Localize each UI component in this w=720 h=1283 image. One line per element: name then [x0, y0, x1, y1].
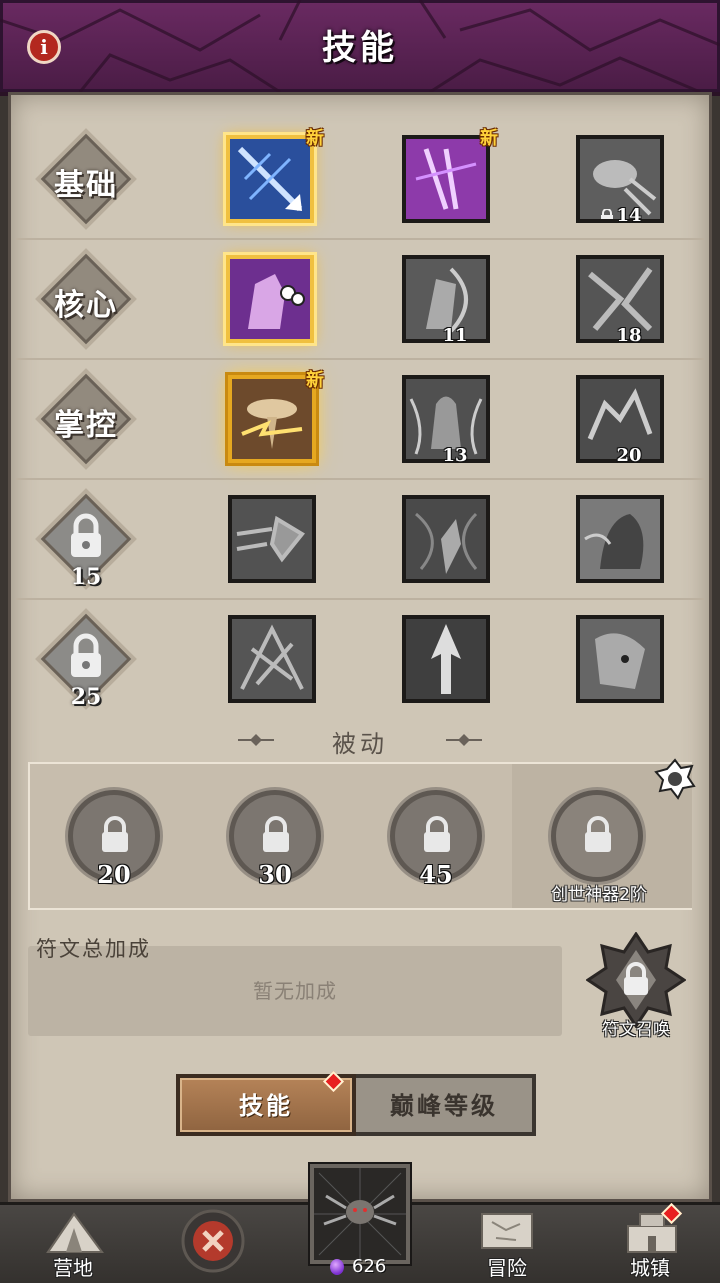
purple-ghost-skill-icon [230, 259, 310, 339]
map-scroll-icon [481, 1213, 533, 1249]
padlock-icon [263, 816, 289, 852]
rune-summon-icon[interactable] [586, 932, 686, 1028]
skill-slot[interactable] [576, 615, 664, 703]
artifact-label: 创世神器2阶 [551, 885, 647, 905]
currency-amount: 626 [352, 1256, 387, 1277]
rune-bonus-empty-text: 暂无加成 [253, 979, 337, 1003]
padlock-icon [424, 816, 450, 852]
whirlwind-skill-icon [406, 499, 486, 579]
padlock-icon [71, 633, 101, 677]
page-title: 技能 [322, 28, 398, 68]
header-bar: i 技能 [0, 0, 720, 96]
row-divider [16, 238, 704, 240]
passive-unlock-level: 45 [419, 860, 453, 889]
skill-slot[interactable] [402, 495, 490, 583]
dash-skill-icon [232, 499, 312, 579]
unlock-level: 18 [616, 325, 642, 346]
thorns-skill-icon [232, 619, 312, 699]
rune-summon-label: 符文召唤 [602, 1020, 670, 1040]
unlock-level: 14 [616, 205, 642, 226]
tent-icon [46, 1212, 104, 1253]
rune-bonus-title: 符文总加成 [36, 937, 151, 961]
nav-home-center[interactable] [310, 1164, 410, 1264]
new-badge: 新 [480, 128, 498, 149]
row-label-basic: 基础 [54, 168, 118, 203]
skill-slot[interactable] [402, 615, 490, 703]
new-badge: 新 [306, 128, 324, 149]
soul-gem-icon [330, 1259, 344, 1275]
artifact-passive-slot[interactable] [551, 790, 643, 882]
padlock-icon [585, 816, 611, 852]
passive-unlock-level: 30 [258, 860, 292, 889]
nav-adventure-label: 冒险 [487, 1256, 527, 1280]
new-badge: 新 [306, 370, 324, 391]
row-label-mastery: 掌控 [54, 408, 118, 443]
padlock-icon [71, 513, 101, 557]
skill-slot[interactable] [576, 495, 664, 583]
row-unlock-level: 25 [70, 684, 102, 710]
nav-camp-label: 营地 [53, 1256, 93, 1280]
skill-slot[interactable] [226, 255, 314, 343]
skill-slot[interactable] [402, 135, 490, 223]
arrow-up-skill-icon [406, 619, 486, 699]
unlock-level: 20 [616, 445, 642, 466]
lightning-mushroom-skill-icon [232, 379, 312, 459]
spider-icon [314, 1168, 406, 1260]
passive-title: 被动 [332, 730, 388, 758]
padlock-icon [102, 816, 128, 852]
skill-slot[interactable] [228, 615, 316, 703]
settings-gear-icon[interactable] [654, 758, 696, 800]
shadow-skill-icon [580, 499, 660, 579]
purple-arrows-skill-icon [406, 139, 486, 219]
passive-unlock-level: 20 [97, 860, 131, 889]
beast-skill-icon [580, 619, 660, 699]
skill-slot[interactable] [228, 495, 316, 583]
unlock-level: 11 [442, 325, 468, 346]
row-divider [16, 358, 704, 360]
row-unlock-level: 15 [70, 564, 102, 590]
crossed-swords-icon [181, 1209, 245, 1273]
row-label-core: 核心 [54, 288, 118, 323]
blue-arrow-skill-icon [230, 139, 310, 219]
skill-slot[interactable] [226, 135, 314, 223]
row-divider [16, 598, 704, 600]
nav-town-label: 城镇 [630, 1256, 670, 1280]
unlock-level: 13 [442, 445, 468, 466]
row-divider [16, 478, 704, 480]
skill-slot[interactable] [228, 375, 316, 463]
tab-paragon-level[interactable]: 巅峰等级 [356, 1074, 536, 1136]
